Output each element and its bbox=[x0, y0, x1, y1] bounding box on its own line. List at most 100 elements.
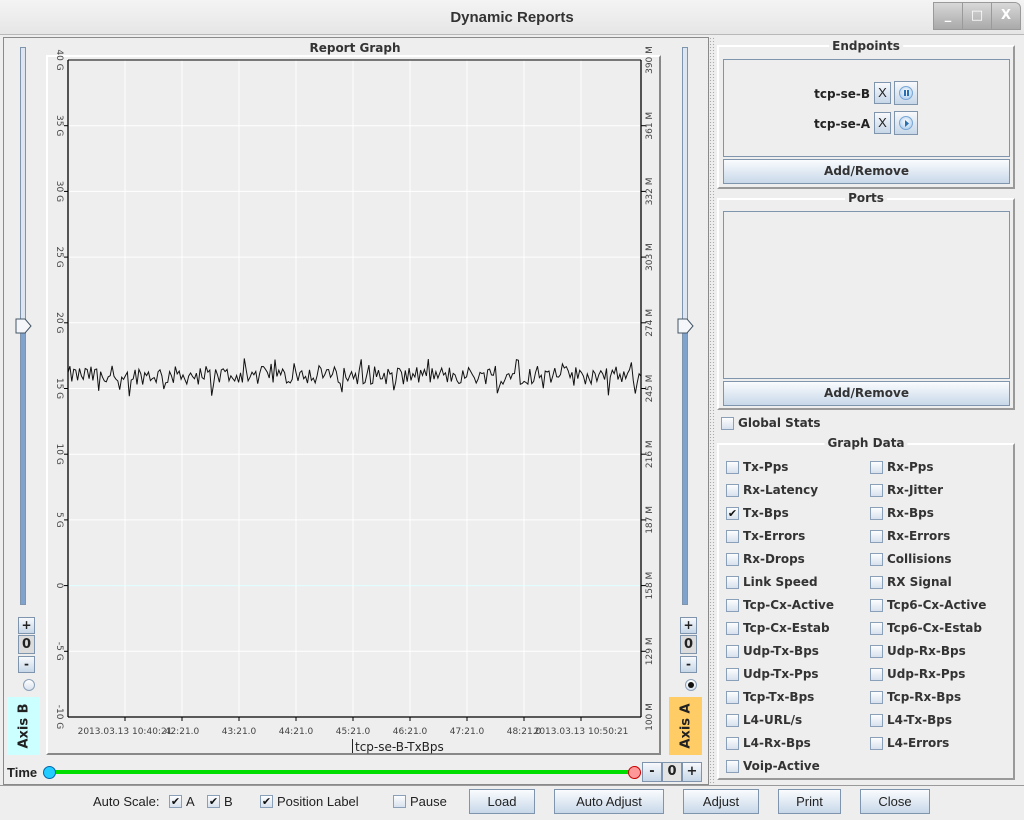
adjust-button[interactable]: Adjust bbox=[683, 789, 759, 814]
checkbox[interactable] bbox=[726, 484, 739, 497]
checkbox-label: Collisions bbox=[887, 552, 952, 566]
position-label-text: Position Label bbox=[277, 794, 359, 809]
close-button[interactable]: Close bbox=[860, 789, 930, 814]
grid-lines bbox=[68, 60, 641, 717]
x-tick-label: 44:21.0 bbox=[279, 727, 314, 737]
ports-add-remove-button[interactable]: Add/Remove bbox=[723, 381, 1010, 406]
axis-b-radio[interactable] bbox=[23, 679, 35, 691]
checkbox-label: Rx-Bps bbox=[887, 506, 934, 520]
checkbox[interactable] bbox=[726, 622, 739, 635]
left-tick-label: 5 G bbox=[54, 512, 64, 528]
auto-scale-a-label: A bbox=[186, 794, 195, 809]
time-start-handle[interactable] bbox=[43, 766, 56, 779]
checkbox[interactable] bbox=[870, 714, 883, 727]
right-tick-label: 274 M bbox=[645, 309, 655, 337]
auto-scale-b-label: B bbox=[224, 794, 233, 809]
axis-a-minus-button[interactable]: - bbox=[680, 656, 697, 673]
checkbox[interactable] bbox=[870, 599, 883, 612]
time-plus-button[interactable]: + bbox=[682, 762, 702, 782]
checkbox[interactable] bbox=[726, 714, 739, 727]
axis-a-plus-button[interactable]: + bbox=[680, 617, 697, 634]
time-slider-track[interactable] bbox=[50, 770, 635, 774]
axis-b-tab[interactable]: Axis B bbox=[7, 697, 40, 755]
ports-list bbox=[723, 211, 1010, 379]
checkbox-label: Link Speed bbox=[743, 575, 818, 589]
endpoint-remove-a-button[interactable]: X bbox=[874, 112, 891, 134]
checkbox-label: Udp-Rx-Bps bbox=[887, 644, 966, 658]
auto-scale-a-box[interactable]: ✔ bbox=[169, 795, 182, 808]
axis-a-radio[interactable] bbox=[685, 679, 697, 691]
auto-adjust-button[interactable]: Auto Adjust bbox=[554, 789, 664, 814]
checkbox-label: Rx-Errors bbox=[887, 529, 951, 543]
endpoints-title: Endpoints bbox=[829, 39, 903, 53]
endpoint-play-a-button[interactable] bbox=[894, 111, 918, 135]
axis-b-slider-thumb[interactable] bbox=[15, 318, 33, 334]
time-end-handle[interactable] bbox=[628, 766, 641, 779]
pause-icon bbox=[899, 86, 913, 100]
checkbox[interactable] bbox=[726, 530, 739, 543]
right-axis-ticks: 390 M 361 M 332 M 303 M 274 M 245 M 216 M 187 M… bbox=[641, 46, 655, 731]
checkbox[interactable] bbox=[726, 553, 739, 566]
position-label-box[interactable]: ✔ bbox=[260, 795, 273, 808]
checkbox-label: Tcp-Cx-Active bbox=[743, 598, 835, 612]
right-tick-label: 216 M bbox=[645, 440, 655, 468]
checkbox[interactable] bbox=[726, 645, 739, 658]
x-tick-label: 47:21.0 bbox=[450, 727, 485, 737]
checkbox[interactable] bbox=[870, 622, 883, 635]
checkbox[interactable] bbox=[726, 737, 739, 750]
checkbox[interactable] bbox=[726, 691, 739, 704]
checkbox-label: Tcp-Cx-Estab bbox=[743, 621, 830, 635]
pause-box[interactable] bbox=[393, 795, 406, 808]
checkbox[interactable] bbox=[870, 737, 883, 750]
checkbox[interactable] bbox=[870, 668, 883, 681]
axis-b-minus-button[interactable]: - bbox=[18, 656, 35, 673]
right-tick-label: 245 M bbox=[645, 375, 655, 403]
load-button[interactable]: Load bbox=[469, 789, 535, 814]
checkbox[interactable] bbox=[870, 691, 883, 704]
x-tick-label: 42:21.0 bbox=[165, 727, 200, 737]
checkbox[interactable] bbox=[726, 461, 739, 474]
time-minus-button[interactable]: - bbox=[642, 762, 662, 782]
right-tick-label: 361 M bbox=[645, 112, 655, 140]
panel-splitter[interactable] bbox=[709, 37, 715, 785]
checkbox[interactable]: ✔ bbox=[726, 507, 739, 520]
x-tick-label: 46:21.0 bbox=[393, 727, 428, 737]
checkbox-label: Rx-Latency bbox=[743, 483, 819, 497]
time-value: 0 bbox=[662, 762, 682, 782]
left-axis-ticks: 40 G 35 G 30 G 25 G 20 G 15 G 10 G 5 G 0 -5 G -10 … bbox=[54, 49, 68, 729]
x-tick-label: 45:21.0 bbox=[336, 727, 371, 737]
axis-b-label: Axis B bbox=[16, 703, 31, 749]
print-button[interactable]: Print bbox=[778, 789, 841, 814]
checkbox[interactable] bbox=[870, 553, 883, 566]
endpoint-pause-b-button[interactable] bbox=[894, 81, 918, 105]
checkbox-label: Rx-Drops bbox=[743, 552, 805, 566]
axis-a-slider-thumb[interactable] bbox=[677, 318, 695, 334]
checkbox[interactable] bbox=[726, 760, 739, 773]
checkbox[interactable] bbox=[870, 576, 883, 589]
checkbox[interactable] bbox=[870, 645, 883, 658]
checkbox-label: Voip-Active bbox=[743, 759, 820, 773]
endpoint-label-b: tcp-se-B bbox=[814, 87, 870, 101]
checkbox[interactable] bbox=[870, 507, 883, 520]
checkbox[interactable] bbox=[870, 530, 883, 543]
axis-a-tab[interactable]: Axis A bbox=[669, 697, 702, 755]
checkbox[interactable] bbox=[726, 668, 739, 681]
checkbox[interactable] bbox=[726, 599, 739, 612]
right-tick-label: 187 M bbox=[645, 506, 655, 534]
global-stats-label: Global Stats bbox=[738, 416, 821, 430]
checkbox-label: Tx-Errors bbox=[743, 529, 806, 543]
endpoints-add-remove-button[interactable]: Add/Remove bbox=[723, 159, 1010, 184]
checkbox-label: Tcp-Tx-Bps bbox=[743, 690, 815, 704]
endpoint-remove-b-button[interactable]: X bbox=[874, 82, 891, 104]
auto-scale-b-box[interactable]: ✔ bbox=[207, 795, 220, 808]
right-tick-label: 390 M bbox=[645, 46, 655, 74]
right-tick-label: 100 M bbox=[645, 703, 655, 731]
checkbox[interactable] bbox=[870, 484, 883, 497]
checkbox[interactable] bbox=[726, 576, 739, 589]
checkbox[interactable] bbox=[870, 461, 883, 474]
axis-b-value: 0 bbox=[18, 635, 35, 654]
x-tick-label: 2013.03.13 10:50:21 bbox=[534, 727, 629, 737]
global-stats-box[interactable] bbox=[721, 417, 734, 430]
checkbox-label: Tx-Bps bbox=[743, 506, 789, 520]
axis-b-plus-button[interactable]: + bbox=[18, 617, 35, 634]
